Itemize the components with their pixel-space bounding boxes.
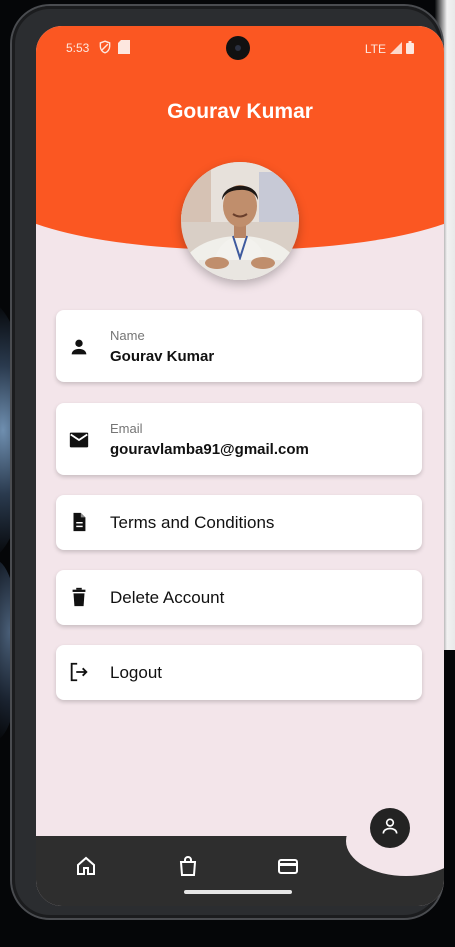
status-time: 5:53 [66, 41, 90, 55]
delete-account-button[interactable]: Delete Account [56, 570, 422, 625]
name-value: Gourav Kumar [110, 348, 215, 365]
name-label: Name [110, 328, 145, 343]
logout-label: Logout [110, 663, 162, 682]
front-camera [226, 36, 250, 60]
profile-icon [380, 816, 400, 841]
app-screen: 5:53 LTE Gourav Kumar Name Gourav Kumar … [36, 26, 444, 906]
bottom-navigation [36, 806, 444, 906]
email-value: gouravlamba91@gmail.com [110, 441, 309, 458]
battery-icon [406, 41, 414, 57]
home-icon[interactable] [74, 854, 98, 878]
terms-button[interactable]: Terms and Conditions [56, 495, 422, 550]
shopping-bag-icon[interactable] [176, 854, 200, 878]
network-type: LTE [364, 42, 386, 56]
email-label: Email [110, 421, 143, 436]
terms-label: Terms and Conditions [110, 513, 275, 532]
status-right: LTE [365, 41, 414, 57]
mail-icon [68, 429, 90, 451]
person-icon [68, 336, 90, 358]
data-saver-icon [98, 40, 112, 57]
document-icon [68, 511, 90, 533]
trash-icon [68, 586, 90, 608]
sim-card-icon [118, 40, 130, 57]
logout-button[interactable]: Logout [56, 645, 422, 700]
name-card: Name Gourav Kumar [56, 310, 422, 382]
email-card: Email gouravlamba91@gmail.com [56, 403, 422, 475]
logout-icon [68, 661, 90, 683]
delete-account-label: Delete Account [110, 588, 225, 607]
phone-frame: 5:53 LTE Gourav Kumar Name Gourav Kumar … [12, 6, 444, 918]
avatar[interactable] [181, 162, 299, 280]
profile-tab-button[interactable] [370, 808, 410, 848]
page-title: Gourav Kumar [167, 100, 313, 123]
signal-icon [390, 41, 402, 57]
gesture-handle[interactable] [184, 890, 292, 894]
wallet-icon[interactable] [276, 854, 300, 878]
device-screenshot: 5:53 LTE Gourav Kumar Name Gourav Kumar … [0, 0, 455, 947]
status-bar: 5:53 LTE [36, 26, 444, 70]
